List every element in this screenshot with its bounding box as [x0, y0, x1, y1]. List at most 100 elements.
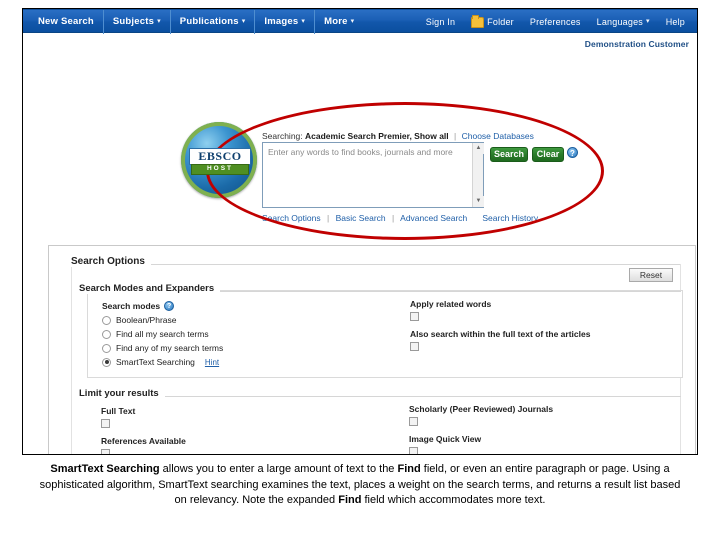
nav-item-languages[interactable]: Languages ▾	[589, 10, 658, 34]
hint-link[interactable]: Hint	[205, 358, 219, 367]
expander-apply-related-words: Apply related words	[410, 299, 590, 321]
radio-label: SmartText Searching	[116, 357, 195, 367]
limiter-label: Full Text	[101, 406, 136, 416]
panel-divider	[71, 264, 681, 265]
search-modes-column: Search modes ? Boolean/Phrase Find all m…	[102, 301, 223, 367]
limiter-label: Scholarly (Peer Reviewed) Journals	[409, 404, 554, 414]
scroll-up-icon[interactable]: ▲	[473, 143, 484, 154]
find-field[interactable]: Enter any words to find books, journals …	[262, 142, 484, 208]
radio-label: Find all my search terms	[116, 329, 209, 339]
chevron-down-icon: ▾	[350, 18, 355, 25]
utility-nav-group: Sign In Folder Preferences Languages ▾ H…	[418, 10, 693, 34]
radio-button-selected[interactable]	[102, 357, 111, 367]
nav-item-help[interactable]: Help	[658, 10, 693, 34]
divider: |	[326, 213, 330, 223]
slide-caption: SmartText Searching allows you to enter …	[38, 462, 682, 509]
limiter-full-text: Full Text	[101, 406, 186, 428]
ebscohost-logo: EBSCO HOST	[181, 122, 257, 198]
reset-button[interactable]: Reset	[629, 268, 673, 282]
caption-text-1: allows you to enter a large amount of te…	[159, 463, 398, 475]
limit-results-divider	[87, 396, 681, 397]
limit-right-column: Scholarly (Peer Reviewed) Journals Image…	[409, 404, 553, 454]
nav-item-folder[interactable]: Folder	[463, 10, 522, 34]
nav-item-label: Preferences	[529, 17, 581, 27]
radio-find-all-terms[interactable]: Find all my search terms	[102, 329, 223, 339]
link-search-history[interactable]: Search History	[482, 213, 538, 223]
limiter-label: References Available	[101, 436, 186, 446]
checkbox[interactable]	[410, 342, 419, 351]
caption-bold-3: Find	[338, 494, 362, 506]
panel-left-rule	[71, 264, 72, 454]
limit-results-section-title: Limit your results	[79, 388, 165, 399]
chevron-down-icon: ▾	[157, 18, 161, 25]
panel-title: Search Options	[71, 256, 151, 267]
scroll-down-icon[interactable]: ▼	[473, 196, 484, 207]
nav-item-label: More	[324, 16, 348, 27]
logo-secondary-text: HOST	[191, 164, 249, 175]
nav-item-label: Languages	[596, 17, 643, 27]
divider: |	[392, 213, 395, 223]
expander-label: Also search within the full text of the …	[410, 329, 591, 339]
radio-button[interactable]	[102, 329, 111, 339]
nav-item-new-search[interactable]: New Search	[29, 10, 103, 34]
limiter-label: Image Quick View	[409, 434, 482, 444]
checkbox[interactable]	[101, 449, 110, 454]
radio-button[interactable]	[102, 343, 111, 353]
folder-icon	[471, 14, 485, 28]
slide: New Search Subjects ▾ Publications ▾ Ima…	[0, 0, 720, 540]
nav-item-preferences[interactable]: Preferences	[522, 10, 589, 34]
chevron-down-icon: ▾	[301, 18, 306, 25]
nav-item-images[interactable]: Images ▾	[254, 10, 314, 34]
checkbox[interactable]	[409, 447, 418, 454]
nav-item-label: Folder	[487, 17, 514, 27]
nav-item-more[interactable]: More ▾	[314, 10, 363, 34]
search-options-panel: Search Options Reset Search Modes and Ex…	[48, 245, 696, 454]
chevron-down-icon: ▾	[241, 18, 246, 25]
caption-bold-2: Find	[397, 463, 421, 475]
nav-item-label: Help	[665, 17, 685, 27]
expander-label: Apply related words	[410, 299, 492, 309]
limiter-image-quick-view: Image Quick View	[409, 434, 553, 454]
nav-item-publications[interactable]: Publications ▾	[169, 10, 255, 34]
limiter-scholarly-journals: Scholarly (Peer Reviewed) Journals	[409, 404, 553, 426]
search-modes-section-title: Search Modes and Expanders	[79, 283, 221, 294]
search-button[interactable]: Search	[490, 147, 528, 162]
find-field-placeholder: Enter any words to find books, journals …	[268, 147, 453, 157]
nav-item-label: Publications	[179, 16, 239, 27]
divider	[474, 213, 476, 223]
nav-item-subjects[interactable]: Subjects ▾	[102, 10, 170, 34]
nav-item-label: Subjects	[112, 16, 155, 27]
nav-item-sign-in[interactable]: Sign In	[418, 10, 463, 34]
help-icon[interactable]: ?	[164, 301, 175, 311]
searching-database-line: Searching: Academic Search Premier, Show…	[262, 131, 534, 141]
help-icon[interactable]: ?	[567, 147, 578, 158]
limit-left-column: Full Text References Available	[101, 406, 186, 454]
divider: |	[454, 131, 457, 141]
nav-item-label: New Search	[38, 16, 94, 27]
link-basic-search[interactable]: Basic Search	[336, 213, 386, 223]
radio-button[interactable]	[102, 315, 111, 325]
logo-primary-text: EBSCO	[189, 148, 251, 165]
checkbox[interactable]	[409, 417, 418, 426]
primary-nav-group: New Search Subjects ▾ Publications ▾ Ima…	[29, 10, 363, 34]
radio-boolean-phrase[interactable]: Boolean/Phrase	[102, 315, 223, 325]
search-modes-label-text: Search modes	[102, 301, 161, 311]
nav-item-label: Sign In	[425, 17, 456, 27]
radio-find-any-terms[interactable]: Find any of my search terms	[102, 343, 223, 353]
checkbox[interactable]	[101, 419, 110, 428]
search-modes-box: Search modes ? Boolean/Phrase Find all m…	[87, 290, 683, 378]
find-field-scrollbar[interactable]: ▲ ▼	[472, 143, 484, 207]
expanders-column: Apply related words Also search within t…	[410, 299, 590, 359]
caption-text-3: field which accommodates more text.	[361, 494, 546, 506]
clear-button[interactable]: Clear	[532, 147, 564, 162]
radio-label: Boolean/Phrase	[116, 315, 177, 325]
choose-databases-link[interactable]: Choose Databases	[462, 131, 534, 141]
search-modes-label: Search modes ?	[102, 301, 223, 311]
caption-bold-1: SmartText Searching	[50, 463, 160, 475]
radio-label: Find any of my search terms	[116, 343, 224, 353]
checkbox[interactable]	[410, 312, 419, 321]
link-advanced-search[interactable]: Advanced Search	[400, 213, 467, 223]
radio-smarttext-searching[interactable]: SmartText Searching Hint	[102, 357, 223, 367]
link-search-options[interactable]: Search Options	[262, 213, 321, 223]
limiter-references-available: References Available	[101, 436, 186, 454]
